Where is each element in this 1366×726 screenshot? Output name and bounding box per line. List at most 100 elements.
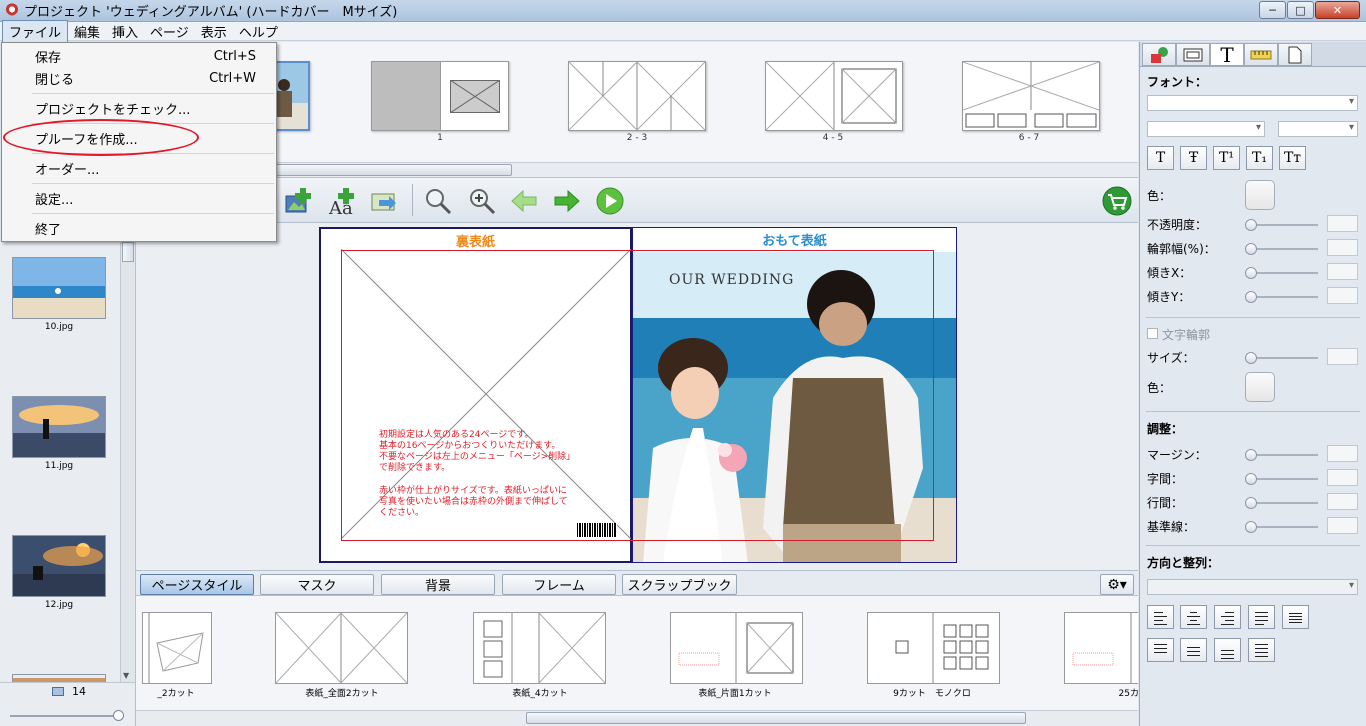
char-spacing-input[interactable] — [1327, 469, 1358, 486]
baseline-input[interactable] — [1327, 517, 1358, 534]
text-outline-checkbox[interactable] — [1147, 328, 1158, 339]
export-icon[interactable] — [369, 186, 399, 216]
skew-x-knob[interactable] — [1245, 267, 1257, 279]
menu-edit[interactable]: 編集 — [68, 21, 106, 42]
maximize-button[interactable]: □ — [1287, 1, 1314, 19]
justify-all-button[interactable] — [1282, 605, 1309, 629]
skew-x-input[interactable] — [1327, 263, 1358, 280]
thumbnail-size-slider[interactable] — [10, 710, 124, 721]
photo-thumbnail-partial[interactable] — [12, 674, 106, 686]
minimize-button[interactable]: ─ — [1259, 1, 1286, 19]
previous-arrow-icon[interactable] — [509, 186, 539, 216]
thumbnail-size-knob[interactable] — [113, 710, 124, 721]
template-cover-full-2cut[interactable] — [275, 612, 408, 684]
subscript-button[interactable]: T₁ — [1246, 146, 1273, 170]
menu-file[interactable]: ファイル — [2, 19, 69, 43]
next-arrow-icon[interactable] — [552, 186, 582, 216]
skew-x-slider[interactable] — [1245, 267, 1318, 279]
valign-justify-button[interactable] — [1248, 638, 1275, 662]
outline-size-knob[interactable] — [1245, 352, 1257, 364]
font-size-select[interactable] — [1278, 121, 1358, 137]
front-cover-text[interactable]: OUR WEDDING — [669, 272, 794, 288]
skew-y-knob[interactable] — [1245, 291, 1257, 303]
add-text-icon[interactable]: Aa — [327, 186, 357, 216]
valign-middle-button[interactable] — [1180, 638, 1207, 662]
char-spacing-slider[interactable] — [1245, 473, 1318, 485]
cart-icon[interactable] — [1102, 186, 1132, 216]
photo-panel-scrollbar[interactable]: ▼ — [120, 242, 135, 682]
tab-mask[interactable]: マスク — [260, 574, 374, 595]
justify-dropdown-button[interactable] — [1248, 605, 1275, 629]
tab-page-style[interactable]: ページスタイル — [140, 574, 254, 595]
margin-input[interactable] — [1327, 445, 1358, 462]
valign-bottom-button[interactable] — [1214, 638, 1241, 662]
menu-item-check-project[interactable]: プロジェクトをチェック... — [2, 97, 276, 119]
char-spacing-knob[interactable] — [1245, 473, 1257, 485]
zoom-out-icon[interactable] — [423, 186, 453, 216]
frame-icon[interactable] — [1176, 43, 1210, 66]
opacity-slider[interactable] — [1245, 219, 1318, 231]
menu-item-settings[interactable]: 設定... — [2, 187, 276, 209]
align-center-button[interactable] — [1180, 605, 1207, 629]
baseline-knob[interactable] — [1245, 521, 1257, 533]
underline-button[interactable]: T — [1147, 146, 1174, 170]
text-icon[interactable]: T — [1210, 43, 1244, 67]
text-color-swatch[interactable] — [1245, 180, 1275, 210]
menu-page[interactable]: ページ — [144, 21, 195, 42]
opacity-knob[interactable] — [1245, 219, 1257, 231]
opacity-input[interactable] — [1327, 215, 1358, 232]
baseline-slider[interactable] — [1245, 521, 1318, 533]
photo-panel-scroll-thumb[interactable] — [122, 242, 134, 262]
align-right-button[interactable] — [1214, 605, 1241, 629]
photo-thumbnail-11[interactable] — [12, 396, 106, 458]
shapes-icon[interactable] — [1142, 43, 1176, 66]
gear-icon[interactable]: ⚙▾ — [1100, 574, 1134, 595]
template-strip-scroll-thumb[interactable] — [526, 712, 1026, 724]
scroll-down-arrow-icon[interactable]: ▼ — [123, 671, 129, 680]
spread-1[interactable] — [371, 61, 509, 131]
menu-item-order[interactable]: オーダー... — [2, 157, 276, 179]
skew-y-slider[interactable] — [1245, 291, 1318, 303]
spread-6-7[interactable] — [962, 61, 1100, 131]
menu-help[interactable]: ヘルプ — [233, 21, 284, 42]
outline-width-input[interactable] — [1327, 239, 1358, 256]
tab-scrapbook[interactable]: スクラップブック — [622, 574, 737, 595]
small-caps-button[interactable]: Tт — [1279, 146, 1306, 170]
tab-frame[interactable]: フレーム — [502, 574, 616, 595]
strikethrough-button[interactable]: Ŧ — [1180, 146, 1207, 170]
template-cover-oneside-1cut[interactable] — [670, 612, 803, 684]
align-left-button[interactable] — [1147, 605, 1174, 629]
superscript-button[interactable]: T¹ — [1213, 146, 1240, 170]
menu-item-close[interactable]: 閉じる Ctrl+W — [2, 67, 276, 89]
play-icon[interactable] — [595, 186, 625, 216]
template-strip-scrollbar[interactable] — [136, 710, 1138, 726]
outline-size-slider[interactable] — [1245, 352, 1318, 364]
outline-width-slider[interactable] — [1245, 243, 1318, 255]
photo-thumbnail-10[interactable] — [12, 257, 106, 319]
template-9cut-mono[interactable] — [867, 612, 1000, 684]
valign-top-button[interactable] — [1147, 638, 1174, 662]
font-style-select[interactable] — [1147, 121, 1265, 137]
line-spacing-input[interactable] — [1327, 493, 1358, 510]
add-photo-icon[interactable] — [284, 186, 314, 216]
top-strip-scrollbar[interactable] — [136, 162, 1138, 177]
margin-knob[interactable] — [1245, 449, 1257, 461]
spread-2-3[interactable] — [568, 61, 706, 131]
skew-y-input[interactable] — [1327, 287, 1358, 304]
menu-insert[interactable]: 挿入 — [106, 21, 144, 42]
spread-4-5[interactable] — [765, 61, 903, 131]
zoom-in-icon[interactable] — [467, 186, 497, 216]
outline-size-input[interactable] — [1327, 348, 1358, 365]
tab-background[interactable]: 背景 — [381, 574, 495, 595]
menu-item-save[interactable]: 保存 Ctrl+S — [2, 45, 276, 67]
outline-color-swatch[interactable] — [1245, 372, 1275, 402]
page-icon[interactable] — [1278, 43, 1312, 66]
direction-select[interactable] — [1147, 579, 1358, 595]
template-cover-4cut[interactable] — [473, 612, 606, 684]
margin-slider[interactable] — [1245, 449, 1318, 461]
line-spacing-knob[interactable] — [1245, 497, 1257, 509]
front-cover[interactable]: おもて表紙 OUR WEDDING — [632, 227, 957, 563]
photo-thumbnail-12[interactable] — [12, 535, 106, 597]
back-cover[interactable]: 裏表紙 初期設定は人気のある24ページです。 基本の16ページからおつくりいただ… — [319, 227, 632, 563]
menu-view[interactable]: 表示 — [195, 21, 233, 42]
